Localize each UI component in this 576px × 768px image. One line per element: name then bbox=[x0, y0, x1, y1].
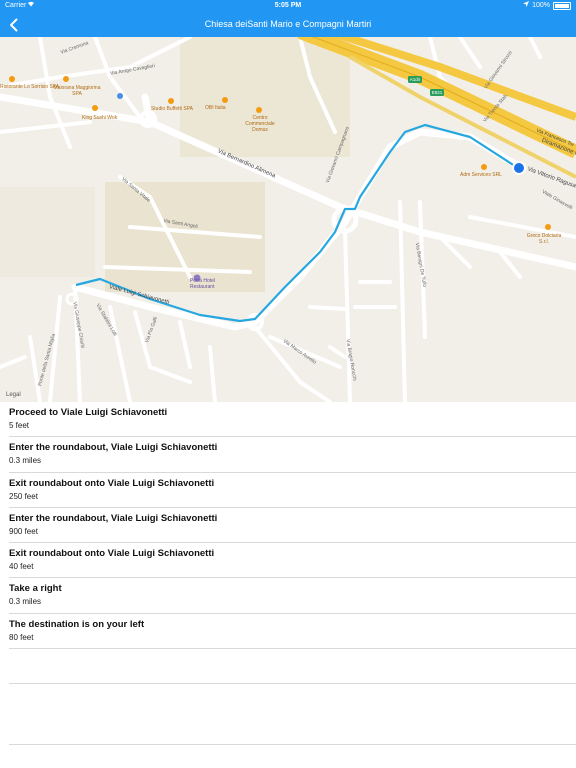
direction-distance: 0.3 miles bbox=[9, 456, 42, 466]
street-label: Via Cremona bbox=[59, 40, 90, 56]
status-bar: Carrier 5:05 PM 100% bbox=[0, 0, 576, 12]
street-label: Via Arrigo Cavaglieri bbox=[109, 63, 156, 77]
direction-instruction: Exit roundabout onto Viale Luigi Schiavo… bbox=[9, 477, 215, 489]
poi-label: Studio Buffetti SPA bbox=[150, 106, 194, 112]
direction-row-2[interactable]: Enter the roundabout, Viale Luigi Schiav… bbox=[9, 437, 576, 473]
page-title: Chiesa deiSanti Mario e Compagni Martiri bbox=[204, 19, 372, 29]
poi-label: King Sushi Wok bbox=[82, 115, 118, 121]
street-label: Via Trenta Stab. bbox=[482, 92, 510, 124]
direction-row-7[interactable]: The destination is on your left 80 feet bbox=[9, 614, 576, 650]
direction-distance: 0.3 miles bbox=[9, 597, 42, 607]
battery-icon bbox=[553, 2, 571, 10]
poi-label: OBI Italia bbox=[205, 105, 226, 111]
battery-percent: 100% bbox=[532, 2, 550, 9]
status-time: 5:05 PM bbox=[274, 2, 302, 9]
highway-shield: E821 bbox=[431, 90, 443, 95]
direction-row-4[interactable]: Enter the roundabout, Viale Luigi Schiav… bbox=[9, 508, 576, 544]
empty-row bbox=[9, 649, 576, 685]
street-label: Via Giuseppe Chiariti bbox=[71, 301, 86, 349]
direction-distance: 900 feet bbox=[9, 526, 38, 536]
direction-distance: 5 feet bbox=[9, 421, 30, 430]
street-label: Via Bernardino Alimena bbox=[216, 148, 277, 180]
street-label: Via Santa Vitale bbox=[120, 176, 152, 204]
map-labels: Ristorante Lo Sorrisio SPA Maiorana Magg… bbox=[0, 37, 576, 402]
direction-distance: 250 feet bbox=[9, 491, 38, 501]
street-label: Via Pio Galli bbox=[144, 316, 160, 344]
location-arrow-icon bbox=[523, 0, 530, 12]
direction-row-5[interactable]: Exit roundabout onto Viale Luigi Schiavo… bbox=[9, 543, 576, 579]
direction-instruction: Exit roundabout onto Viale Luigi Schiavo… bbox=[9, 548, 215, 560]
poi-label: Adm Services SRL bbox=[460, 172, 502, 178]
street-label: Ponte della Santa Miglia bbox=[37, 333, 57, 387]
highway-shield: A1dir bbox=[409, 77, 421, 82]
direction-distance: 80 feet bbox=[9, 632, 34, 642]
direction-instruction: The destination is on your left bbox=[9, 618, 145, 630]
street-label: Via Giovanni Strozzi bbox=[483, 49, 514, 91]
street-label: Via Vittorio Ragusa bbox=[526, 166, 576, 190]
directions-list: Proceed to Viale Luigi Schiavonetti 5 fe… bbox=[0, 402, 576, 685]
direction-row-1[interactable]: Proceed to Viale Luigi Schiavonetti 5 fe… bbox=[9, 402, 576, 438]
street-label: Via Benigni De Tullo bbox=[413, 242, 428, 288]
poi-label: Petra Hotel Restaurant bbox=[190, 278, 216, 290]
street-label: Via Giovanni Campagnano bbox=[324, 125, 351, 185]
poi-label: Maiorana Maggiorina SPA bbox=[53, 85, 101, 97]
legal-link[interactable]: Legal bbox=[6, 392, 21, 398]
street-label: Via Santi Angeli bbox=[162, 218, 199, 230]
poi-label: Greco Dolciaria S.r.l. bbox=[526, 233, 562, 245]
street-label: Via Biagio Roncchi bbox=[344, 338, 358, 382]
direction-instruction: Take a right bbox=[9, 583, 62, 595]
direction-row-6[interactable]: Take a right 0.3 miles bbox=[9, 578, 576, 614]
direction-instruction: Enter the roundabout, Viale Luigi Schiav… bbox=[9, 512, 218, 524]
street-label: Via Marco Aurelio bbox=[281, 338, 318, 366]
street-label: Viale Luigi Schiavonetti bbox=[108, 284, 170, 306]
divider bbox=[9, 744, 576, 745]
direction-instruction: Enter the roundabout, Viale Luigi Schiav… bbox=[9, 442, 218, 454]
poi-label: Ristorante Lo Sorrisio SPA bbox=[0, 84, 60, 90]
street-label: Viale Gioasvelli bbox=[540, 188, 574, 212]
poi-label: Centro Commerciale Domus bbox=[245, 115, 275, 133]
direction-instruction: Proceed to Viale Luigi Schiavonetti bbox=[9, 407, 168, 418]
street-label: Via Stabilini Lolli bbox=[94, 302, 118, 338]
direction-row-3[interactable]: Exit roundabout onto Viale Luigi Schiavo… bbox=[9, 473, 576, 508]
direction-distance: 40 feet bbox=[9, 562, 34, 572]
route-map[interactable]: Ristorante Lo Sorrisio SPA Maiorana Magg… bbox=[0, 37, 576, 402]
navigation-bar: Chiesa deiSanti Mario e Compagni Martiri bbox=[0, 12, 576, 37]
